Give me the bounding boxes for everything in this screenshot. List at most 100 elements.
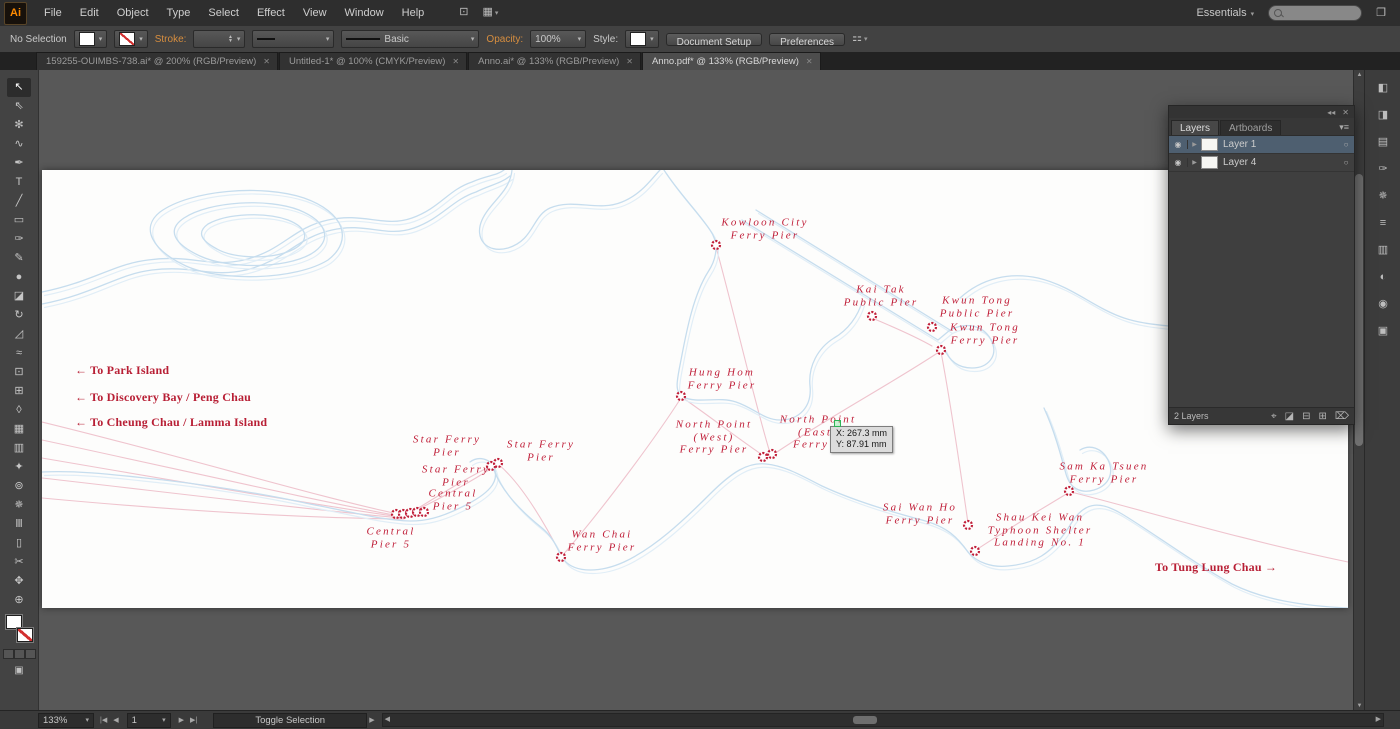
pier-label[interactable]: Kwun Tong Ferry Pier: [950, 322, 1020, 347]
fill-color-dropdown[interactable]: ▾: [73, 30, 108, 48]
pier-marker[interactable]: [969, 545, 981, 557]
appearance-panel-icon[interactable]: ◉: [1372, 296, 1394, 313]
pier-label[interactable]: Central Pier 5: [366, 526, 415, 551]
width-profile-dropdown[interactable]: ▾: [252, 30, 335, 48]
pier-label[interactable]: Wan Chai Ferry Pier: [568, 529, 637, 554]
scroll-right-icon[interactable]: ▶: [1376, 715, 1381, 723]
shape-builder-tool[interactable]: ⊞: [7, 382, 31, 401]
close-icon[interactable]: ✕: [1342, 108, 1349, 117]
arrange-documents-icon[interactable]: ▦ ▾: [483, 0, 499, 27]
paintbrush-tool[interactable]: ✑: [7, 230, 31, 249]
slice-tool[interactable]: ✂: [7, 553, 31, 572]
scale-tool[interactable]: ◿: [7, 325, 31, 344]
tab-close-icon[interactable]: ✕: [626, 57, 633, 66]
rectangle-tool[interactable]: ▭: [7, 211, 31, 230]
zoom-level-dropdown[interactable]: 133% ▾: [38, 712, 94, 728]
last-artboard-icon[interactable]: ▶|: [190, 716, 197, 724]
layer-target-icon[interactable]: ○: [1338, 158, 1354, 167]
screen-mode-icon[interactable]: ▣: [14, 665, 23, 676]
locate-object-icon[interactable]: ⌖: [1271, 411, 1277, 422]
pier-marker[interactable]: [555, 551, 567, 563]
menu-file[interactable]: File: [35, 0, 71, 26]
fill-stroke-widget[interactable]: [5, 615, 33, 642]
status-display[interactable]: Toggle Selection: [213, 712, 368, 728]
pier-marker[interactable]: [418, 506, 430, 518]
document-tab[interactable]: Anno.pdf* @ 133% (RGB/Preview) ✕: [641, 52, 821, 70]
gradient-tool[interactable]: ▥: [7, 439, 31, 458]
horizontal-scroll-thumb[interactable]: [852, 715, 877, 724]
pier-label[interactable]: Kai Tak Public Pier: [844, 284, 919, 309]
pier-marker[interactable]: [492, 457, 504, 469]
menu-edit[interactable]: Edit: [71, 0, 108, 26]
stroke-color-dropdown[interactable]: ▾: [114, 30, 148, 48]
pier-label[interactable]: Kwun Tong Public Pier: [940, 295, 1015, 320]
pencil-tool[interactable]: ✎: [7, 249, 31, 268]
blend-tool[interactable]: ⊚: [7, 477, 31, 496]
menu-type[interactable]: Type: [158, 0, 200, 26]
free-transform-tool[interactable]: ⊡: [7, 363, 31, 382]
horizontal-scrollbar[interactable]: ◀ ▶: [381, 713, 1384, 727]
pier-marker[interactable]: [710, 239, 722, 251]
document-tab[interactable]: Untitled-1* @ 100% (CMYK/Preview) ✕: [279, 52, 468, 70]
previous-artboard-icon[interactable]: ◀: [113, 716, 118, 724]
first-artboard-icon[interactable]: |◀: [100, 716, 107, 724]
pier-label[interactable]: Central Pier 5: [428, 488, 477, 513]
pier-label[interactable]: Star Ferry Pier: [507, 439, 575, 464]
new-sublayer-icon[interactable]: ⊟: [1302, 411, 1310, 422]
swatches-panel-icon[interactable]: ▤: [1372, 134, 1394, 151]
menu-help[interactable]: Help: [393, 0, 434, 26]
direction-label[interactable]: ← To Cheung Chau / Lamma Island: [75, 415, 267, 429]
pier-marker[interactable]: [675, 390, 687, 402]
type-tool[interactable]: T: [7, 173, 31, 192]
zoom-tool[interactable]: ⊕: [7, 591, 31, 610]
menu-select[interactable]: Select: [199, 0, 248, 26]
brush-definition-dropdown[interactable]: Basic ▾: [341, 30, 480, 48]
pier-label[interactable]: North Point (West) Ferry Pier: [676, 418, 752, 456]
symbols-panel-icon[interactable]: ✵: [1372, 188, 1394, 205]
brushes-panel-icon[interactable]: ✑: [1372, 161, 1394, 178]
go-to-bridge-icon[interactable]: ⊡: [459, 0, 468, 27]
width-tool[interactable]: ≈: [7, 344, 31, 363]
pier-label[interactable]: Star Ferry Pier: [413, 434, 481, 459]
document-tab[interactable]: Anno.ai* @ 133% (RGB/Preview) ✕: [468, 52, 641, 70]
search-input[interactable]: [1268, 5, 1363, 21]
delete-layer-icon[interactable]: ⌦: [1335, 411, 1349, 422]
color-guide-panel-icon[interactable]: ◨: [1372, 107, 1394, 124]
menu-window[interactable]: Window: [336, 0, 393, 26]
artboard-number-dropdown[interactable]: 1 ▾: [126, 712, 171, 728]
pier-label[interactable]: Star Ferry Pier: [422, 464, 490, 489]
pier-marker[interactable]: [962, 519, 974, 531]
eraser-tool[interactable]: ◪: [7, 287, 31, 306]
gradient-panel-icon[interactable]: ▥: [1372, 242, 1394, 259]
new-layer-icon[interactable]: ⊞: [1318, 411, 1326, 422]
scroll-left-icon[interactable]: ◀: [385, 715, 390, 723]
fill-color-swatch[interactable]: [5, 615, 22, 629]
tab-close-icon[interactable]: ✕: [263, 57, 270, 66]
draw-behind-mode[interactable]: [13, 649, 25, 659]
stroke-panel-icon[interactable]: ≡: [1372, 215, 1394, 232]
direction-label[interactable]: To Tung Lung Chau →: [1155, 560, 1277, 574]
direct-selection-tool[interactable]: ⇖: [7, 97, 31, 116]
pier-label[interactable]: Kowloon City Ferry Pier: [721, 217, 808, 242]
menu-effect[interactable]: Effect: [248, 0, 294, 26]
symbol-sprayer-tool[interactable]: ✵: [7, 496, 31, 515]
collapse-panel-icon[interactable]: ◂◂: [1327, 108, 1335, 117]
layer-target-icon[interactable]: ○: [1338, 140, 1354, 149]
menu-object[interactable]: Object: [108, 0, 158, 26]
color-panel-icon[interactable]: ◧: [1372, 80, 1394, 97]
direction-label[interactable]: ← To Park Island: [75, 363, 169, 377]
selection-tool[interactable]: ↖: [7, 78, 31, 97]
align-options-icon[interactable]: ⚏ ▾: [852, 30, 867, 48]
artboard[interactable]: X: 267.3 mm Y: 87.91 mm Kowloon City Fer…: [42, 170, 1348, 608]
draw-normal-mode[interactable]: [2, 649, 14, 659]
layer-row[interactable]: ◉ ▶ Layer 1 ○: [1169, 136, 1354, 154]
visibility-eye-icon[interactable]: ◉: [1169, 140, 1188, 149]
graphic-styles-panel-icon[interactable]: ▣: [1372, 323, 1394, 340]
opacity-dropdown[interactable]: 100% ▾: [530, 30, 587, 48]
panel-menu-icon[interactable]: ▾≡: [1339, 122, 1349, 133]
pier-label[interactable]: Shau Kei Wan Typhoon Shelter Landing No.…: [988, 511, 1093, 549]
pen-tool[interactable]: ✒: [7, 154, 31, 173]
cs-live-icon[interactable]: ❐: [1376, 0, 1386, 26]
line-segment-tool[interactable]: ╱: [7, 192, 31, 211]
preferences-button[interactable]: Preferences: [769, 32, 846, 48]
